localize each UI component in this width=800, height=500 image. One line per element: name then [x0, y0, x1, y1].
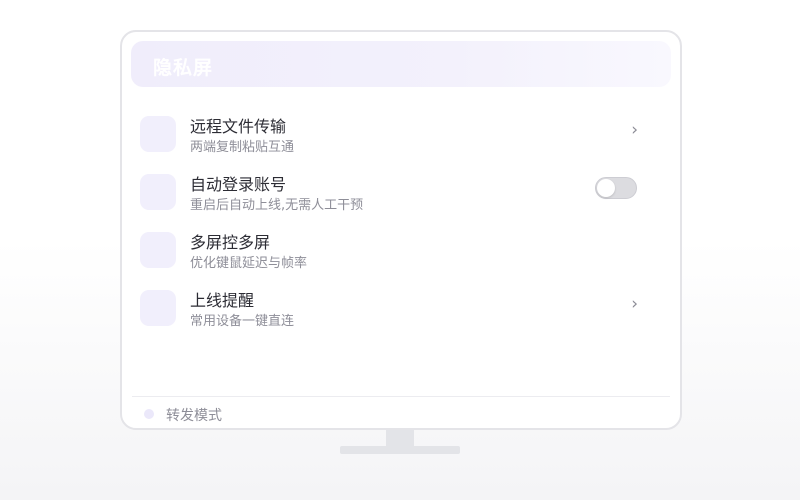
item-title: 自动登录账号 [190, 175, 287, 194]
toggle-knob [597, 179, 615, 197]
item-subtitle: 两端复制粘贴互通 [190, 140, 295, 155]
monitor-stand-base [340, 446, 460, 454]
item-subtitle: 常用设备一键直连 [190, 314, 295, 329]
menu-item-auto-login: 自动登录账号 重启后自动上线,无需人工干预 [140, 170, 650, 216]
stage: 隐私屏 远程文件传输 两端复制粘贴互通 › 自动登录账号 重启后自动上线,无需人… [0, 0, 800, 500]
file-transfer-icon [140, 116, 176, 152]
item-title: 上线提醒 [190, 291, 255, 310]
auto-login-toggle[interactable] [595, 177, 637, 199]
item-title: 多屏控多屏 [190, 233, 271, 252]
item-subtitle: 重启后自动上线,无需人工干预 [190, 198, 364, 213]
footer-divider [132, 396, 670, 397]
chevron-right-icon[interactable]: › [631, 294, 638, 314]
menu-item-online-alert[interactable]: 上线提醒 常用设备一键直连 › [140, 286, 650, 332]
header-bar: 隐私屏 [131, 41, 671, 87]
item-subtitle: 优化键鼠延迟与帧率 [190, 256, 308, 271]
bell-icon [140, 290, 176, 326]
multi-screen-icon [140, 232, 176, 268]
forward-mode-label[interactable]: 转发模式 [166, 405, 222, 425]
monitor-frame: 隐私屏 远程文件传输 两端复制粘贴互通 › 自动登录账号 重启后自动上线,无需人… [120, 30, 682, 430]
item-title: 远程文件传输 [190, 117, 287, 136]
header-title: 隐私屏 [153, 57, 214, 79]
login-icon [140, 174, 176, 210]
menu-item-multi-screen[interactable]: 多屏控多屏 优化键鼠延迟与帧率 [140, 228, 650, 274]
chevron-right-icon[interactable]: › [631, 120, 638, 140]
status-dot-icon [144, 409, 154, 419]
menu-item-remote-file-transfer[interactable]: 远程文件传输 两端复制粘贴互通 › [140, 112, 650, 158]
